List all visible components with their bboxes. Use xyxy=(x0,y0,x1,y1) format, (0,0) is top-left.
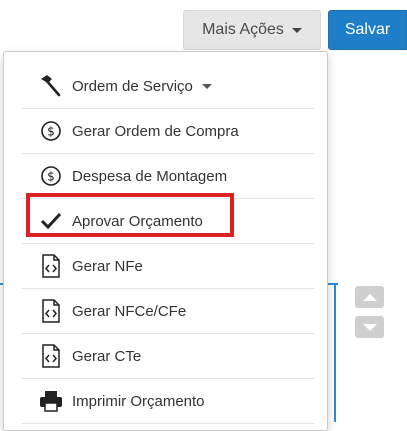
printer-icon xyxy=(36,386,66,416)
save-label: Salvar xyxy=(344,21,391,38)
menu-item-label: Ordem de Serviço xyxy=(72,77,193,95)
menu-item-imprimir-orcamento[interactable]: Imprimir Orçamento xyxy=(22,379,314,424)
arrow-down-icon xyxy=(362,323,377,331)
dollar-circle-icon: $ xyxy=(36,116,66,146)
menu-item-label: Gerar CTe xyxy=(72,347,142,365)
save-button[interactable]: Salvar xyxy=(328,10,407,50)
menu-item-gerar-nfce-cfe[interactable]: Gerar NFCe/CFe xyxy=(22,289,314,334)
menu-item-label: Gerar NFe xyxy=(72,257,143,275)
menu-item-label: Gerar Ordem de Compra xyxy=(72,122,239,140)
menu-item-gerar-nfe[interactable]: Gerar NFe xyxy=(22,244,314,289)
menu-item-label: Gerar NFCe/CFe xyxy=(72,302,187,320)
caret-down-icon xyxy=(291,27,302,33)
menu-item-gerar-cte[interactable]: Gerar CTe xyxy=(22,334,314,379)
highlight-box xyxy=(26,193,234,237)
code-file-icon xyxy=(36,296,66,326)
panel-border-right xyxy=(334,283,336,422)
menu-item-label: Despesa de Montagem xyxy=(72,167,228,185)
svg-text:$: $ xyxy=(47,125,55,139)
svg-text:$: $ xyxy=(47,170,55,184)
code-file-icon xyxy=(36,341,66,371)
hammer-icon xyxy=(36,71,66,101)
scroll-down-button[interactable] xyxy=(355,316,384,338)
menu-item-ordem-servico[interactable]: Ordem de Serviço xyxy=(22,64,314,109)
scroll-up-button[interactable] xyxy=(355,286,384,308)
menu-item-gerar-ordem-compra[interactable]: $ Gerar Ordem de Compra xyxy=(22,109,314,154)
code-file-icon xyxy=(36,251,66,281)
caret-down-icon xyxy=(201,83,212,89)
menu-item-label: Imprimir Orçamento xyxy=(72,392,205,410)
actions-dropdown-menu: Ordem de Serviço $ Gerar Ordem de Compra… xyxy=(3,51,328,431)
more-actions-label: Mais Ações xyxy=(202,21,284,38)
more-actions-button[interactable]: Mais Ações xyxy=(183,10,321,50)
dollar-circle-icon: $ xyxy=(36,161,66,191)
arrow-up-icon xyxy=(362,293,377,301)
